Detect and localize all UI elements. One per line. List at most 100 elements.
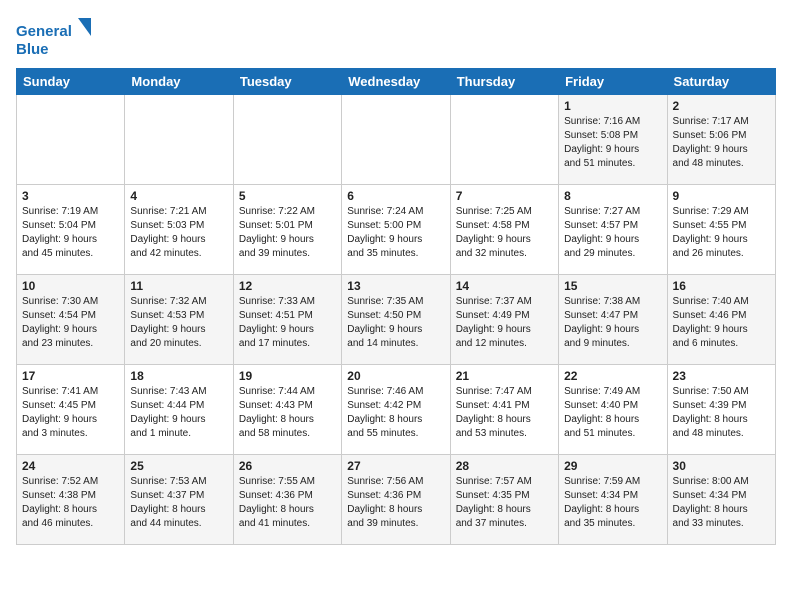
day-number: 18 (130, 369, 227, 383)
svg-text:Blue: Blue (16, 41, 49, 58)
day-number: 5 (239, 189, 336, 203)
day-info: Sunrise: 7:24 AM Sunset: 5:00 PM Dayligh… (347, 205, 444, 261)
day-number: 28 (456, 459, 553, 473)
day-number: 27 (347, 459, 444, 473)
calendar-cell (125, 95, 233, 185)
day-number: 14 (456, 279, 553, 293)
day-info: Sunrise: 7:32 AM Sunset: 4:53 PM Dayligh… (130, 295, 227, 351)
calendar-cell (17, 95, 125, 185)
day-info: Sunrise: 7:55 AM Sunset: 4:36 PM Dayligh… (239, 475, 336, 531)
day-info: Sunrise: 7:50 AM Sunset: 4:39 PM Dayligh… (673, 385, 770, 441)
week-row-4: 17Sunrise: 7:41 AM Sunset: 4:45 PM Dayli… (17, 365, 776, 455)
day-info: Sunrise: 7:22 AM Sunset: 5:01 PM Dayligh… (239, 205, 336, 261)
day-number: 24 (22, 459, 119, 473)
weekday-header-row: SundayMondayTuesdayWednesdayThursdayFrid… (17, 69, 776, 95)
svg-text:General: General (16, 23, 72, 40)
day-info: Sunrise: 7:19 AM Sunset: 5:04 PM Dayligh… (22, 205, 119, 261)
day-info: Sunrise: 7:21 AM Sunset: 5:03 PM Dayligh… (130, 205, 227, 261)
day-info: Sunrise: 7:30 AM Sunset: 4:54 PM Dayligh… (22, 295, 119, 351)
day-number: 16 (673, 279, 770, 293)
calendar-cell: 2Sunrise: 7:17 AM Sunset: 5:06 PM Daylig… (667, 95, 775, 185)
day-info: Sunrise: 7:53 AM Sunset: 4:37 PM Dayligh… (130, 475, 227, 531)
day-info: Sunrise: 7:27 AM Sunset: 4:57 PM Dayligh… (564, 205, 661, 261)
calendar-cell: 8 Sunrise: 7:27 AM Sunset: 4:57 PM Daylig… (559, 185, 667, 275)
calendar-cell: 27 Sunrise: 7:56 AM Sunset: 4:36 PM Dayli… (342, 455, 450, 545)
day-number: 11 (130, 279, 227, 293)
day-number: 19 (239, 369, 336, 383)
calendar-cell: 19 Sunrise: 7:44 AM Sunset: 4:43 PM Dayli… (233, 365, 341, 455)
day-info: Sunrise: 7:38 AM Sunset: 4:47 PM Dayligh… (564, 295, 661, 351)
day-number: 22 (564, 369, 661, 383)
day-number: 6 (347, 189, 444, 203)
day-number: 26 (239, 459, 336, 473)
weekday-header-monday: Monday (125, 69, 233, 95)
day-number: 4 (130, 189, 227, 203)
day-info: Sunrise: 7:43 AM Sunset: 4:44 PM Dayligh… (130, 385, 227, 441)
day-number: 29 (564, 459, 661, 473)
calendar-cell (342, 95, 450, 185)
week-row-2: 3 Sunrise: 7:19 AM Sunset: 5:04 PM Daylig… (17, 185, 776, 275)
calendar-cell: 14Sunrise: 7:37 AM Sunset: 4:49 PM Dayli… (450, 275, 558, 365)
day-info: Sunrise: 7:59 AM Sunset: 4:34 PM Dayligh… (564, 475, 661, 531)
calendar-table: SundayMondayTuesdayWednesdayThursdayFrid… (16, 68, 776, 545)
day-number: 13 (347, 279, 444, 293)
weekday-header-friday: Friday (559, 69, 667, 95)
day-info: Sunrise: 8:00 AM Sunset: 4:34 PM Dayligh… (673, 475, 770, 531)
day-info: Sunrise: 7:44 AM Sunset: 4:43 PM Dayligh… (239, 385, 336, 441)
calendar-cell: 6 Sunrise: 7:24 AM Sunset: 5:00 PM Daylig… (342, 185, 450, 275)
page-header: General Blue (16, 16, 776, 60)
calendar-cell: 23Sunrise: 7:50 AM Sunset: 4:39 PM Dayli… (667, 365, 775, 455)
calendar-cell (233, 95, 341, 185)
weekday-header-sunday: Sunday (17, 69, 125, 95)
day-info: Sunrise: 7:40 AM Sunset: 4:46 PM Dayligh… (673, 295, 770, 351)
day-info: Sunrise: 7:56 AM Sunset: 4:36 PM Dayligh… (347, 475, 444, 531)
calendar-cell: 3 Sunrise: 7:19 AM Sunset: 5:04 PM Daylig… (17, 185, 125, 275)
day-number: 15 (564, 279, 661, 293)
day-info: Sunrise: 7:41 AM Sunset: 4:45 PM Dayligh… (22, 385, 119, 441)
day-info: Sunrise: 7:46 AM Sunset: 4:42 PM Dayligh… (347, 385, 444, 441)
calendar-cell (450, 95, 558, 185)
day-number: 7 (456, 189, 553, 203)
calendar-cell: 5 Sunrise: 7:22 AM Sunset: 5:01 PM Daylig… (233, 185, 341, 275)
calendar-cell: 1 Sunrise: 7:16 AM Sunset: 5:08 PM Daylig… (559, 95, 667, 185)
calendar-cell: 25 Sunrise: 7:53 AM Sunset: 4:37 PM Dayli… (125, 455, 233, 545)
day-info: Sunrise: 7:35 AM Sunset: 4:50 PM Dayligh… (347, 295, 444, 351)
calendar-cell: 10 Sunrise: 7:30 AM Sunset: 4:54 PM Dayli… (17, 275, 125, 365)
logo-svg: General Blue (16, 16, 96, 60)
day-info: Sunrise: 7:16 AM Sunset: 5:08 PM Dayligh… (564, 115, 661, 171)
logo: General Blue (16, 16, 96, 60)
day-number: 25 (130, 459, 227, 473)
day-info: Sunrise: 7:29 AM Sunset: 4:55 PM Dayligh… (673, 205, 770, 261)
day-info: Sunrise: 7:52 AM Sunset: 4:38 PM Dayligh… (22, 475, 119, 531)
calendar-cell: 11 Sunrise: 7:32 AM Sunset: 4:53 PM Dayli… (125, 275, 233, 365)
calendar-cell: 18 Sunrise: 7:43 AM Sunset: 4:44 PM Dayli… (125, 365, 233, 455)
calendar-cell: 4 Sunrise: 7:21 AM Sunset: 5:03 PM Daylig… (125, 185, 233, 275)
day-info: Sunrise: 7:47 AM Sunset: 4:41 PM Dayligh… (456, 385, 553, 441)
day-number: 21 (456, 369, 553, 383)
calendar-cell: 20 Sunrise: 7:46 AM Sunset: 4:42 PM Dayli… (342, 365, 450, 455)
day-number: 9 (673, 189, 770, 203)
day-number: 2 (673, 99, 770, 113)
calendar-cell: 15 Sunrise: 7:38 AM Sunset: 4:47 PM Dayli… (559, 275, 667, 365)
day-info: Sunrise: 7:57 AM Sunset: 4:35 PM Dayligh… (456, 475, 553, 531)
weekday-header-wednesday: Wednesday (342, 69, 450, 95)
calendar-cell: 21 Sunrise: 7:47 AM Sunset: 4:41 PM Dayli… (450, 365, 558, 455)
day-number: 1 (564, 99, 661, 113)
day-number: 20 (347, 369, 444, 383)
week-row-1: 1 Sunrise: 7:16 AM Sunset: 5:08 PM Daylig… (17, 95, 776, 185)
calendar-cell: 22Sunrise: 7:49 AM Sunset: 4:40 PM Dayli… (559, 365, 667, 455)
day-number: 8 (564, 189, 661, 203)
day-info: Sunrise: 7:33 AM Sunset: 4:51 PM Dayligh… (239, 295, 336, 351)
calendar-cell: 28 Sunrise: 7:57 AM Sunset: 4:35 PM Dayli… (450, 455, 558, 545)
calendar-cell: 17Sunrise: 7:41 AM Sunset: 4:45 PM Dayli… (17, 365, 125, 455)
day-number: 30 (673, 459, 770, 473)
day-number: 3 (22, 189, 119, 203)
calendar-cell: 24 Sunrise: 7:52 AM Sunset: 4:38 PM Dayli… (17, 455, 125, 545)
calendar-cell: 7Sunrise: 7:25 AM Sunset: 4:58 PM Daylig… (450, 185, 558, 275)
calendar-cell: 12Sunrise: 7:33 AM Sunset: 4:51 PM Dayli… (233, 275, 341, 365)
day-number: 10 (22, 279, 119, 293)
week-row-3: 10 Sunrise: 7:30 AM Sunset: 4:54 PM Dayli… (17, 275, 776, 365)
calendar-cell: 29 Sunrise: 7:59 AM Sunset: 4:34 PM Dayli… (559, 455, 667, 545)
week-row-5: 24 Sunrise: 7:52 AM Sunset: 4:38 PM Dayli… (17, 455, 776, 545)
calendar-cell: 16 Sunrise: 7:40 AM Sunset: 4:46 PM Dayli… (667, 275, 775, 365)
